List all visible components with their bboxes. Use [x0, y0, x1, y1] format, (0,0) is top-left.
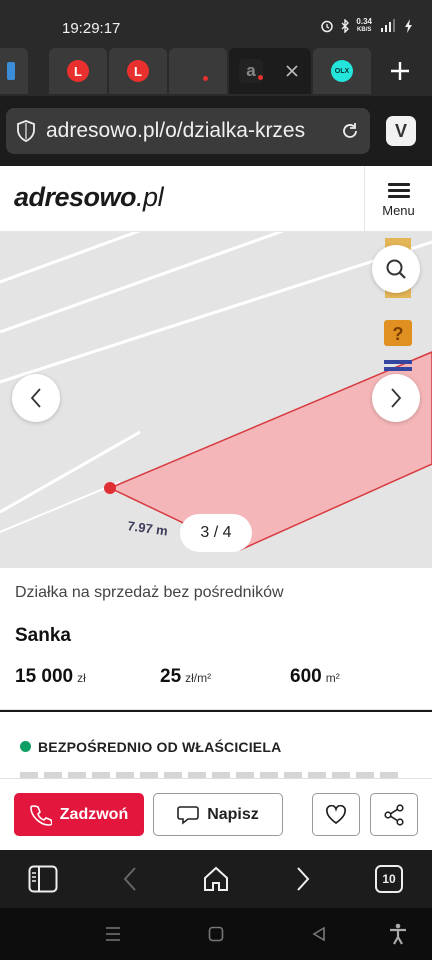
- accessibility-button[interactable]: [386, 922, 410, 946]
- tab-favicon: L: [67, 60, 89, 82]
- system-navigation-bar: [0, 908, 432, 960]
- alarm-icon: [321, 20, 334, 33]
- browser-tab[interactable]: L: [49, 48, 107, 94]
- back-button[interactable]: [113, 862, 147, 896]
- panel-button[interactable]: [26, 862, 60, 896]
- search-button[interactable]: [372, 245, 420, 293]
- url-text[interactable]: adresowo.pl/o/dzialka-krzes: [46, 119, 336, 143]
- browser-tab-active[interactable]: a: [229, 48, 311, 94]
- favorite-button[interactable]: [312, 793, 360, 836]
- square-icon: [208, 926, 224, 942]
- site-logo[interactable]: adresowo.pl: [14, 182, 164, 213]
- gallery-prev-button[interactable]: [12, 374, 60, 422]
- phone-icon: [29, 804, 52, 826]
- plus-icon[interactable]: [390, 61, 410, 81]
- home-button[interactable]: [199, 862, 233, 896]
- shield-icon[interactable]: [16, 120, 36, 142]
- reload-icon[interactable]: [340, 121, 360, 141]
- tab-count: 10: [375, 865, 403, 893]
- share-button[interactable]: [370, 793, 418, 836]
- address-bar-area: adresowo.pl/o/dzialka-krzes V: [0, 96, 432, 166]
- network-speed: 0.34 KB/S: [356, 17, 372, 34]
- area: 600 m²: [290, 666, 340, 687]
- listing-subtitle: Działka na sprzedaż bez pośredników: [15, 584, 284, 601]
- heart-icon: [325, 804, 347, 824]
- signal-icon: [381, 19, 395, 32]
- site-header: adresowo.pl Menu: [0, 166, 432, 232]
- browser-tab[interactable]: [169, 48, 227, 94]
- contact-action-bar: Zadzwoń Napisz: [0, 778, 432, 850]
- status-time: 19:29:17: [62, 20, 121, 37]
- home-icon: [204, 866, 228, 891]
- recent-apps-button[interactable]: [101, 922, 125, 946]
- price-per-m2: 25 zł/m²: [160, 666, 212, 687]
- message-button[interactable]: Napisz: [153, 793, 283, 836]
- chevron-left-icon: [123, 867, 136, 891]
- status-dot-icon: [20, 741, 31, 752]
- bluetooth-icon: [341, 19, 350, 33]
- share-icon: [384, 803, 404, 826]
- back-system-button[interactable]: [307, 922, 331, 946]
- close-tab-icon[interactable]: [285, 64, 299, 78]
- menu-label: Menu: [382, 203, 415, 219]
- status-icons: 0.34 KB/S: [320, 18, 414, 34]
- triangle-back-icon: [312, 926, 325, 942]
- olx-favicon: OLX: [331, 60, 353, 82]
- gallery-counter: 3 / 4: [180, 514, 252, 552]
- vivaldi-menu-button[interactable]: V: [386, 116, 416, 146]
- hamburger-icon: [387, 180, 410, 202]
- browser-tab[interactable]: [0, 48, 28, 94]
- status-bar: 19:29:17 0.34 KB/S: [0, 0, 432, 48]
- panel-icon: [28, 865, 58, 893]
- svg-text:?: ?: [393, 324, 404, 344]
- tab-favicon: [202, 75, 208, 81]
- tab-switcher-button[interactable]: 10: [372, 862, 406, 896]
- listing-details: Działka na sprzedaż bez pośredników Sank…: [0, 568, 432, 710]
- home-system-button[interactable]: [204, 922, 228, 946]
- tab-favicon: [7, 62, 15, 80]
- accessibility-icon: [390, 923, 406, 945]
- owner-section: BEZPOŚREDNIO OD WŁAŚCICIELA: [0, 712, 432, 780]
- browser-tab-strip: L L a OLX: [0, 48, 432, 96]
- photo-gallery[interactable]: ? 7.97 m 3 / 4: [0, 232, 432, 568]
- tab-favicon: a: [239, 59, 263, 83]
- forward-button[interactable]: [286, 862, 320, 896]
- chevron-right-icon: [391, 388, 402, 408]
- search-icon: [386, 259, 406, 279]
- charging-icon: [405, 19, 412, 33]
- browser-tab[interactable]: L: [109, 48, 167, 94]
- tab-favicon: L: [127, 60, 149, 82]
- chevron-right-icon: [297, 867, 310, 891]
- call-button[interactable]: Zadzwoń: [14, 793, 144, 836]
- recents-icon: [106, 927, 120, 941]
- browser-bottom-toolbar: 10: [0, 850, 432, 908]
- owner-badge-label: BEZPOŚREDNIO OD WŁAŚCICIELA: [38, 739, 282, 755]
- gallery-next-button[interactable]: [372, 374, 420, 422]
- browser-tab[interactable]: OLX: [313, 48, 371, 94]
- listing-place: Sanka: [15, 625, 71, 646]
- chat-icon: [177, 805, 200, 825]
- chevron-left-icon: [30, 388, 41, 408]
- address-bar[interactable]: adresowo.pl/o/dzialka-krzes: [6, 108, 370, 154]
- menu-button[interactable]: Menu: [364, 166, 432, 232]
- price: 15 000 zł: [15, 666, 86, 687]
